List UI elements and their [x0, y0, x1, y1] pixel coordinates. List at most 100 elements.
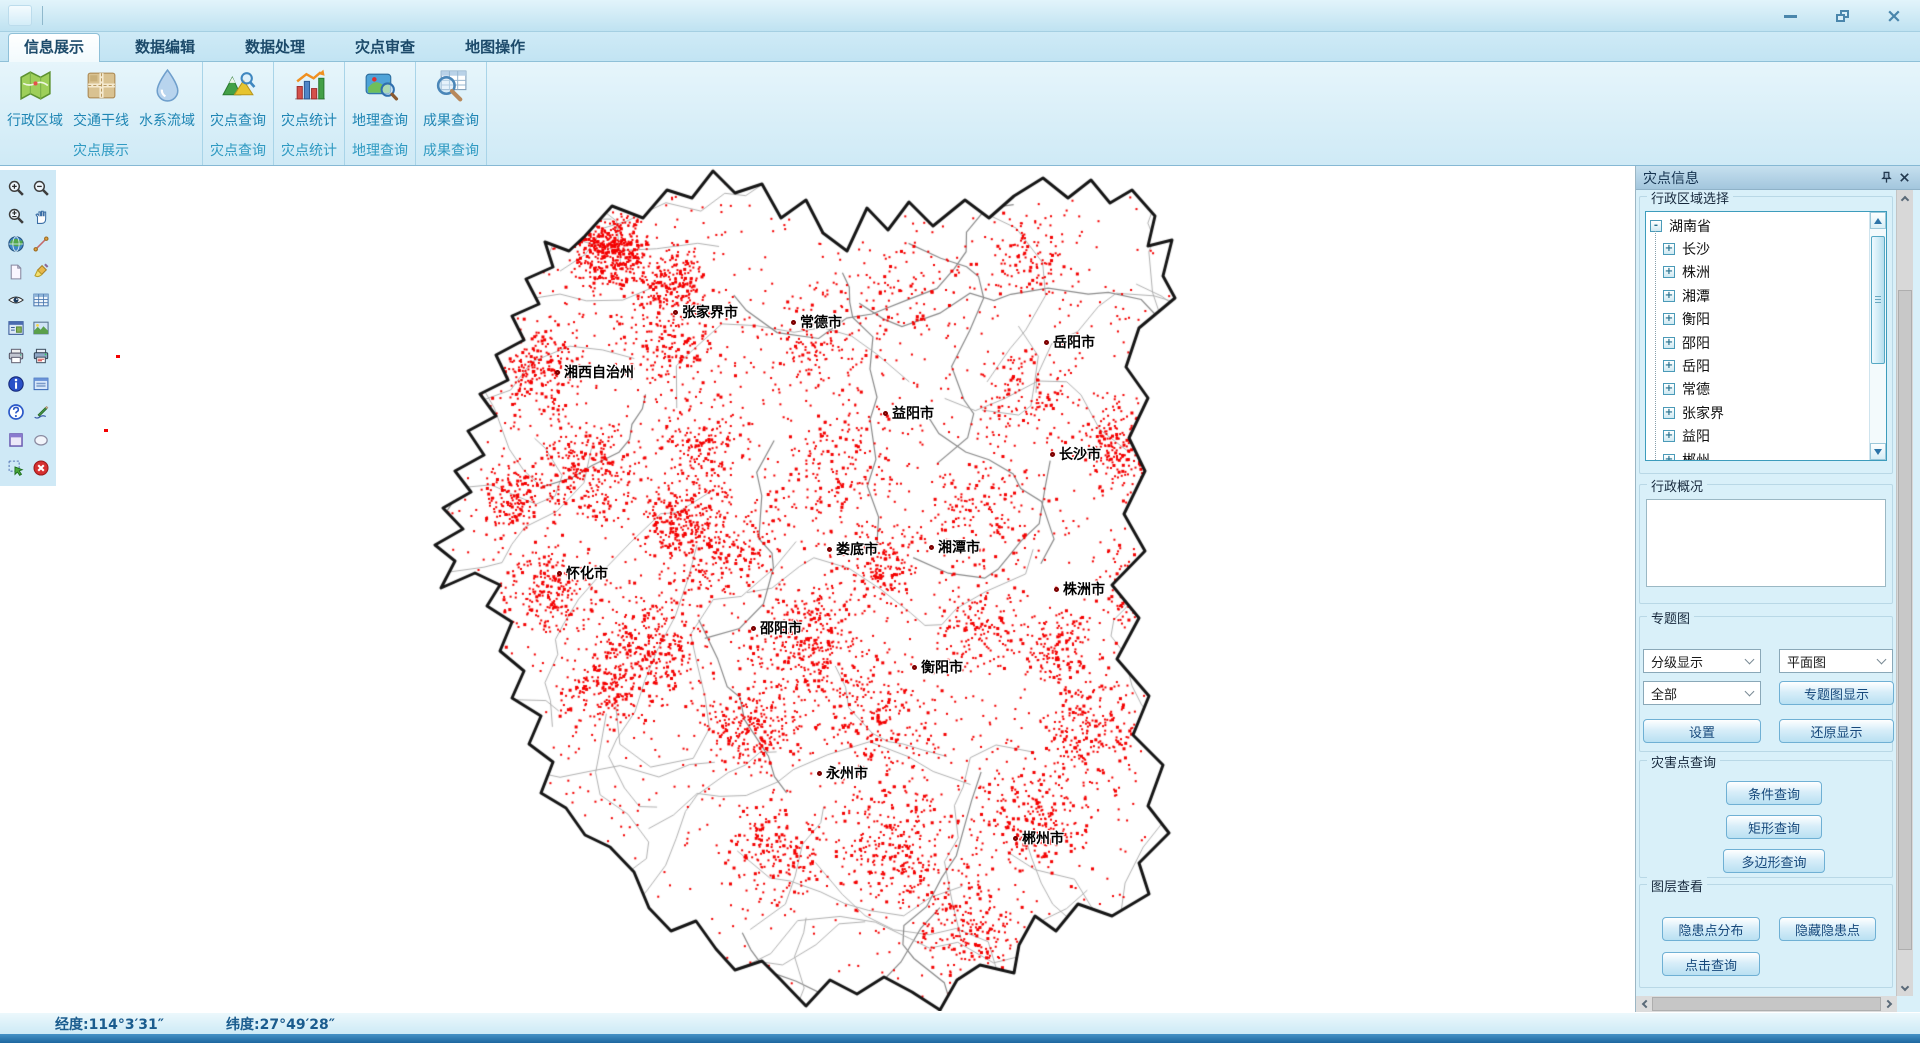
ribbon-button[interactable]: 交通干线 [68, 65, 134, 130]
tree-expander[interactable]: + [1663, 430, 1675, 442]
tree-expander[interactable]: + [1663, 290, 1675, 302]
pan-tool[interactable] [29, 205, 52, 228]
ribbon-button[interactable]: 灾点查询 [205, 65, 271, 130]
tree-expander[interactable]: + [1663, 407, 1675, 419]
tree-expander[interactable]: + [1663, 454, 1675, 460]
tree-child-item[interactable]: + 衡阳 [1663, 308, 1866, 331]
tree-node-label[interactable]: 岳阳 [1682, 356, 1710, 376]
tree-expander[interactable]: + [1663, 313, 1675, 325]
tab[interactable]: 数据处理 [230, 34, 320, 61]
tab-active[interactable]: 信息展示 [8, 33, 100, 62]
help-tool[interactable] [4, 401, 27, 424]
scroll-down-icon[interactable] [1897, 980, 1913, 996]
tree-node-label[interactable]: 湖南省 [1669, 216, 1711, 236]
condition-query-button[interactable]: 条件查询 [1726, 781, 1822, 805]
tree-expander[interactable]: - [1650, 220, 1662, 232]
type-select[interactable]: 平面图 [1779, 649, 1893, 673]
tree-child-item[interactable]: + 邵阳 [1663, 331, 1866, 354]
ribbon-button[interactable]: 灾点统计 [276, 65, 342, 130]
tree-expander[interactable]: + [1663, 337, 1675, 349]
minimize-icon[interactable] [1778, 6, 1802, 26]
full-extent-tool[interactable] [4, 233, 27, 256]
tree-node-label[interactable]: 衡阳 [1682, 309, 1710, 329]
level-select[interactable]: 分级显示 [1643, 649, 1761, 673]
zoom-in-tool[interactable] [4, 177, 27, 200]
tree-child-item[interactable]: + 长沙 [1663, 237, 1866, 260]
tree-scrollbar[interactable] [1869, 212, 1886, 460]
panel-horizontal-scrollbar[interactable] [1636, 996, 1897, 1012]
tree-scroll-up-icon[interactable] [1870, 212, 1886, 229]
ribbon-button[interactable]: 水系流域 [134, 65, 200, 130]
ribbon-button[interactable]: 行政区域 [2, 65, 68, 130]
tree-root-item[interactable]: -湖南省 [1650, 214, 1866, 237]
ribbon-button[interactable]: 地理查询 [347, 65, 413, 130]
tree-scroll-thumb[interactable] [1871, 236, 1885, 364]
settings-button[interactable]: 设置 [1643, 719, 1761, 743]
show-thematic-button[interactable]: 专题图显示 [1779, 681, 1894, 705]
tree-child-item[interactable]: + 常德 [1663, 378, 1866, 401]
hide-hazard-button[interactable]: 隐藏隐患点 [1779, 917, 1876, 941]
redraw-tool[interactable] [29, 261, 52, 284]
scroll-left-icon[interactable] [1636, 996, 1652, 1012]
eagle-eye-tool[interactable] [4, 289, 27, 312]
tree-expander[interactable]: + [1663, 243, 1675, 255]
rectangle-query-button[interactable]: 矩形查询 [1726, 815, 1822, 839]
tab[interactable]: 数据编辑 [120, 34, 210, 61]
hazard-distribution-button[interactable]: 隐患点分布 [1662, 917, 1760, 941]
quick-access-button[interactable] [8, 5, 32, 26]
tab[interactable]: 地图操作 [450, 34, 540, 61]
select-features-tool[interactable] [4, 457, 27, 480]
sketch-tool[interactable] [29, 401, 52, 424]
tree-scroll-down-icon[interactable] [1870, 443, 1886, 460]
ribbon-button[interactable]: 成果查询 [418, 65, 484, 130]
tree-node-label[interactable]: 张家界 [1682, 403, 1724, 423]
print-preview-tool[interactable] [29, 345, 52, 368]
tree-child-item[interactable]: + 株洲 [1663, 261, 1866, 284]
tree-child-item[interactable]: + 岳阳 [1663, 354, 1866, 377]
tree-child-item[interactable]: + 益阳 [1663, 425, 1866, 448]
zoom-out-tool[interactable] [29, 177, 52, 200]
tree-node-label[interactable]: 湘潭 [1682, 286, 1710, 306]
scroll-up-icon[interactable] [1897, 190, 1913, 206]
restore-display-button[interactable]: 还原显示 [1779, 719, 1894, 743]
panel-hscroll-thumb[interactable] [1652, 997, 1881, 1011]
layer-window-tool[interactable] [29, 373, 52, 396]
tree-expander[interactable]: + [1663, 266, 1675, 278]
zoom-extent-tool[interactable] [4, 205, 27, 228]
identify-tool[interactable] [4, 373, 27, 396]
overview-textarea[interactable] [1646, 499, 1886, 587]
panel-vscroll-thumb[interactable] [1898, 290, 1912, 950]
tree-node-label[interactable]: 株洲 [1682, 262, 1710, 282]
frame-tool[interactable] [4, 429, 27, 452]
panel-vertical-scrollbar[interactable] [1896, 190, 1913, 996]
tree-node-label[interactable]: 长沙 [1682, 239, 1710, 259]
polygon-query-button[interactable]: 多边形查询 [1723, 849, 1825, 873]
tree-child-item[interactable]: + 张家界 [1663, 401, 1866, 424]
tab[interactable]: 灾点审查 [340, 34, 430, 61]
tree-expander[interactable]: + [1663, 360, 1675, 372]
tree-expander[interactable]: + [1663, 383, 1675, 395]
hunan-province-map[interactable] [420, 168, 1370, 1011]
tree-child-item[interactable]: + 湘潭 [1663, 284, 1866, 307]
ellipse-select-tool[interactable] [29, 429, 52, 452]
close-icon[interactable]: × [1882, 6, 1906, 26]
tree-node-label[interactable]: 郴州 [1682, 450, 1710, 460]
click-query-button[interactable]: 点击查询 [1662, 952, 1760, 976]
restore-icon[interactable] [1830, 6, 1854, 26]
new-page-tool[interactable] [4, 261, 27, 284]
pin-icon[interactable] [1877, 169, 1895, 187]
measure-tool[interactable] [29, 233, 52, 256]
tree-node-label[interactable]: 常德 [1682, 379, 1710, 399]
map-image-tool[interactable] [29, 317, 52, 340]
tree-node-label[interactable]: 益阳 [1682, 426, 1710, 446]
scroll-right-icon[interactable] [1881, 996, 1897, 1012]
panel-close-icon[interactable] [1895, 169, 1913, 187]
tree-child-item[interactable]: + 郴州 [1663, 448, 1866, 460]
scope-select[interactable]: 全部 [1643, 681, 1761, 705]
print-tool[interactable] [4, 345, 27, 368]
legend-tool[interactable] [4, 317, 27, 340]
tree-node-label[interactable]: 邵阳 [1682, 333, 1710, 353]
attribute-table-tool[interactable] [29, 289, 52, 312]
close-toolbar-tool[interactable] [29, 457, 52, 480]
map-area[interactable]: 张家界市常德市岳阳市湘西自治州益阳市长沙市娄底市湘潭市株洲市怀化市邵阳市衡阳市永… [0, 166, 1635, 1012]
